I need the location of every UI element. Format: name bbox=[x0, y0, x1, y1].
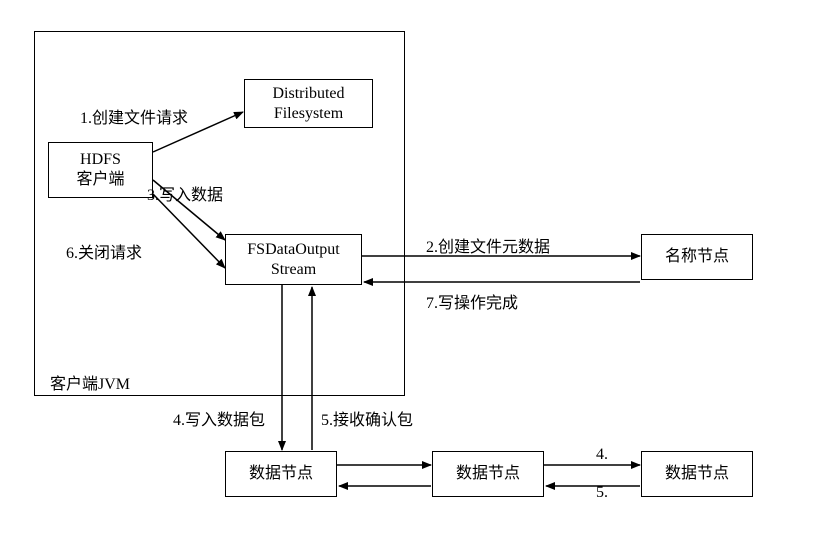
data-node-3-box: 数据节点 bbox=[641, 451, 753, 497]
label-4b: 4. bbox=[596, 446, 608, 464]
label-5: 5.接收确认包 bbox=[321, 406, 413, 430]
label-2: 2.创建文件元数据 bbox=[426, 233, 550, 257]
data-node-1-box: 数据节点 bbox=[225, 451, 337, 497]
hdfs-client-box: HDFS 客户端 bbox=[48, 142, 153, 198]
data-node-2-label: 数据节点 bbox=[456, 464, 520, 484]
distributed-filesystem-line2: Filesystem bbox=[274, 104, 343, 124]
label-1: 1.创建文件请求 bbox=[80, 104, 188, 128]
fsdataoutputstream-line2: Stream bbox=[271, 260, 316, 280]
data-node-2-box: 数据节点 bbox=[432, 451, 544, 497]
data-node-1-label: 数据节点 bbox=[249, 464, 313, 484]
label-3: 3.写入数据 bbox=[147, 181, 223, 205]
data-node-3-label: 数据节点 bbox=[665, 464, 729, 484]
client-jvm-label: 客户端JVM bbox=[50, 370, 130, 394]
label-7: 7.写操作完成 bbox=[426, 289, 518, 313]
label-5b: 5. bbox=[596, 484, 608, 502]
name-node-label: 名称节点 bbox=[665, 247, 729, 267]
fsdataoutputstream-box: FSDataOutput Stream bbox=[225, 234, 362, 285]
distributed-filesystem-line1: Distributed bbox=[273, 84, 345, 104]
label-6: 6.关闭请求 bbox=[66, 239, 142, 263]
label-4: 4.写入数据包 bbox=[173, 406, 265, 430]
hdfs-client-line2: 客户端 bbox=[76, 170, 124, 190]
name-node-box: 名称节点 bbox=[641, 234, 753, 280]
distributed-filesystem-box: Distributed Filesystem bbox=[244, 79, 373, 128]
diagram-canvas: 客户端JVM HDFS 客户端 Distributed Filesystem F… bbox=[0, 0, 826, 541]
fsdataoutputstream-line1: FSDataOutput bbox=[247, 240, 339, 260]
hdfs-client-line1: HDFS bbox=[80, 150, 121, 170]
